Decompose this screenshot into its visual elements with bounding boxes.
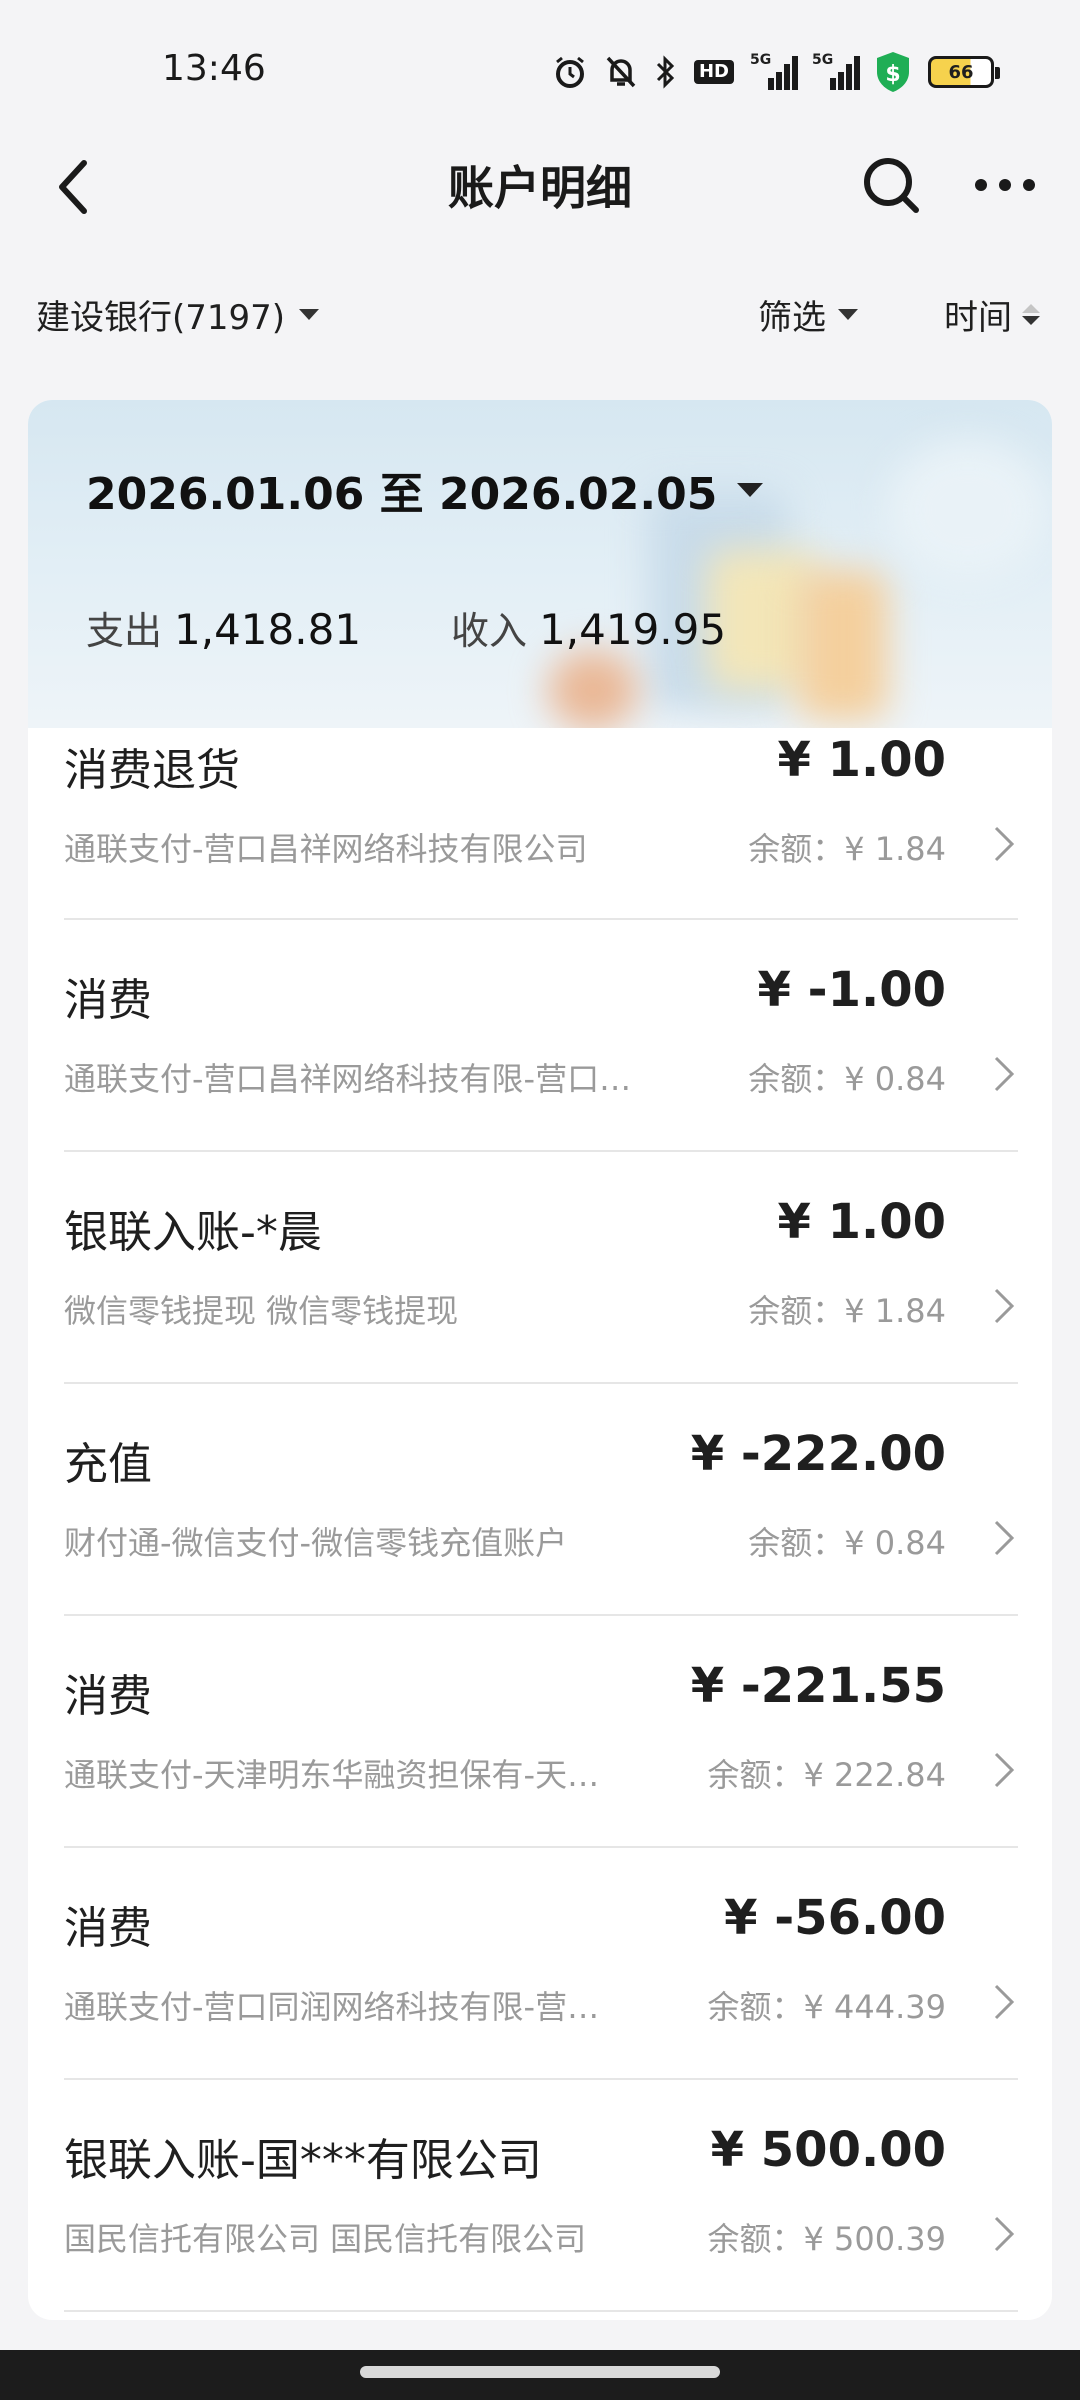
transaction-balance: 余额：¥ 500.39: [707, 2220, 946, 2258]
expense-value: 1,418.81: [174, 605, 362, 654]
search-icon: [864, 158, 919, 213]
transaction-desc: 国民信托有限公司 国民信托有限公司: [64, 2220, 587, 2258]
chevron-right-icon: [984, 2212, 1024, 2256]
chevron-right-icon: [984, 1284, 1024, 1328]
banner-decoration: [798, 570, 888, 720]
signal-icon-1: 5G: [750, 52, 798, 90]
totals: 支出 1,418.81 收入 1,419.95: [86, 600, 726, 655]
transaction-balance: 余额：¥ 1.84: [748, 1292, 946, 1330]
transaction-amount: ¥ -221.55: [690, 1658, 946, 1714]
filter-label: 筛选: [758, 298, 826, 338]
transaction-title: 消费: [64, 1671, 152, 1722]
svg-text:$: $: [885, 62, 900, 87]
chevron-right-icon: [984, 1980, 1024, 2024]
income-total: 收入 1,419.95: [451, 600, 726, 655]
transaction-row[interactable]: 消费 ¥ -56.00 通联支付-营口同润网络科技有限-营口… 余额：¥ 444…: [28, 1848, 1052, 2080]
transaction-amount: ¥ 1.00: [777, 1194, 946, 1250]
hd-icon: HD: [693, 60, 734, 84]
more-button[interactable]: [970, 160, 1040, 210]
transactions-card: 2026.01.06 至 2026.02.05 支出 1,418.81 收入 1,4…: [28, 400, 1052, 2320]
expense-label: 支出: [86, 609, 163, 653]
transaction-desc: 微信零钱提现 微信零钱提现: [64, 1292, 459, 1330]
bluetooth-icon: [654, 54, 678, 90]
status-bar: 13:46 HD 5G 5G $ 66: [0, 0, 1080, 140]
income-value: 1,419.95: [539, 605, 727, 654]
date-range-selector[interactable]: 2026.01.06 至 2026.02.05: [86, 458, 764, 522]
filter-bar: 建设银行(7197) 筛选 时间: [0, 280, 1080, 344]
caret-down-icon: [838, 309, 858, 320]
transaction-amount: ¥ -56.00: [724, 1890, 946, 1946]
account-label: 建设银行(7197): [36, 298, 286, 338]
account-selector[interactable]: 建设银行(7197): [36, 290, 320, 339]
transaction-title: 充值: [64, 1439, 152, 1490]
transaction-title: 消费: [64, 1903, 152, 1954]
transaction-balance: 余额：¥ 0.84: [748, 1524, 946, 1562]
chevron-right-icon: [984, 1052, 1024, 1096]
signal-icon-2: 5G: [812, 52, 860, 90]
transaction-list: 消费退货 ¥ 1.00 通联支付-营口昌祥网络科技有限公司 余额：¥ 1.84 …: [28, 728, 1052, 2312]
caret-down-icon: [299, 309, 320, 320]
transaction-desc: 通联支付-营口同润网络科技有限-营口…: [64, 1988, 624, 2026]
time-sort-label: 时间: [944, 298, 1012, 338]
security-shield-icon: $: [874, 50, 912, 94]
home-indicator[interactable]: [360, 2366, 720, 2378]
transaction-row[interactable]: 银联入账-*晨 ¥ 1.00 微信零钱提现 微信零钱提现 余额：¥ 1.84: [28, 1152, 1052, 1384]
transaction-desc: 通联支付-营口昌祥网络科技有限-营口…: [64, 1060, 632, 1098]
search-button[interactable]: [858, 150, 924, 220]
summary-banner: 2026.01.06 至 2026.02.05 支出 1,418.81 收入 1,4…: [28, 400, 1052, 728]
transaction-row[interactable]: 消费 ¥ -1.00 通联支付-营口昌祥网络科技有限-营口… 余额：¥ 0.84: [28, 920, 1052, 1152]
sort-icon: [1022, 304, 1040, 325]
transaction-amount: ¥ 500.00: [710, 2122, 946, 2178]
transaction-row[interactable]: 充值 ¥ -222.00 财付通-微信支付-微信零钱充值账户 余额：¥ 0.84: [28, 1384, 1052, 1616]
transaction-row[interactable]: 消费退货 ¥ 1.00 通联支付-营口昌祥网络科技有限公司 余额：¥ 1.84: [28, 728, 1052, 920]
filter-button[interactable]: 筛选: [758, 290, 858, 339]
transaction-desc: 财付通-微信支付-微信零钱充值账户: [64, 1524, 568, 1562]
battery-icon: 66: [928, 56, 1000, 88]
alarm-icon: [552, 54, 588, 90]
banner-decoration: [888, 440, 1048, 580]
transaction-balance: 余额：¥ 444.39: [707, 1988, 946, 2026]
divider: [64, 2310, 1018, 2312]
transaction-title: 银联入账-*晨: [64, 1207, 322, 1258]
income-label: 收入: [451, 609, 528, 653]
banner-decoration: [548, 650, 638, 728]
transaction-title: 消费退货: [64, 745, 240, 796]
date-range-label: 2026.01.06 至 2026.02.05: [86, 469, 718, 520]
transaction-amount: ¥ 1.00: [777, 732, 946, 788]
expense-total: 支出 1,418.81: [86, 600, 361, 655]
transaction-amount: ¥ -222.00: [690, 1426, 946, 1482]
transaction-row[interactable]: 消费 ¥ -221.55 通联支付-天津明东华融资担保有-天津… 余额：¥ 22…: [28, 1616, 1052, 1848]
chevron-right-icon: [984, 1516, 1024, 1560]
transaction-row[interactable]: 银联入账-国***有限公司 ¥ 500.00 国民信托有限公司 国民信托有限公司…: [28, 2080, 1052, 2312]
more-horizontal-icon: [975, 179, 1035, 191]
status-time: 13:46: [162, 48, 266, 89]
time-sort-button[interactable]: 时间: [944, 290, 1040, 339]
transaction-desc: 通联支付-营口昌祥网络科技有限公司: [64, 830, 588, 868]
chevron-right-icon: [984, 1748, 1024, 1792]
caret-down-icon: [737, 483, 764, 497]
transaction-balance: 余额：¥ 0.84: [748, 1060, 946, 1098]
transaction-desc: 通联支付-天津明东华融资担保有-天津…: [64, 1756, 624, 1794]
nav-bar: 账户明细: [0, 140, 1080, 240]
transaction-balance: 余额：¥ 222.84: [707, 1756, 946, 1794]
transaction-title: 银联入账-国***有限公司: [64, 2135, 542, 2186]
mute-bell-icon: [604, 54, 638, 90]
transaction-balance: 余额：¥ 1.84: [748, 830, 946, 868]
transaction-amount: ¥ -1.00: [757, 962, 946, 1018]
transaction-title: 消费: [64, 975, 152, 1026]
status-icons: HD 5G 5G $ 66: [552, 50, 1000, 94]
chevron-right-icon: [984, 822, 1024, 866]
